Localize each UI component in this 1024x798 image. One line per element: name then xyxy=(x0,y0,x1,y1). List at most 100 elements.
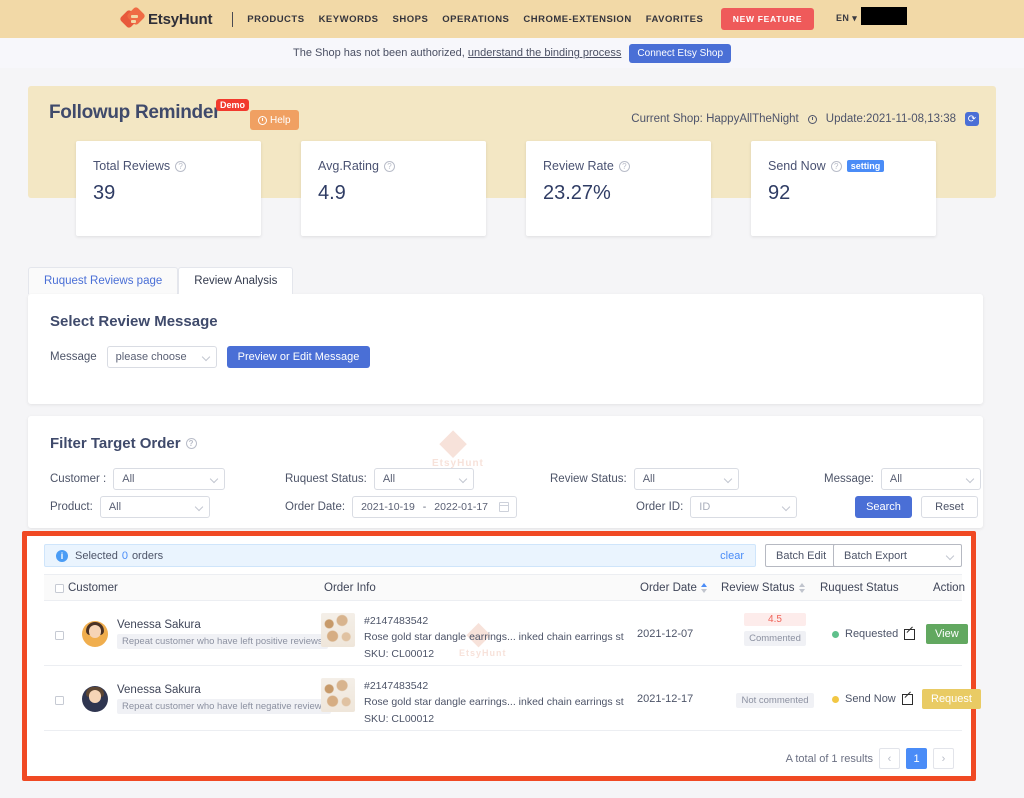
order-info-text: #2147483542 Rose gold star dangle earrin… xyxy=(364,678,624,727)
setting-badge-button[interactable]: setting xyxy=(847,160,885,172)
nav-item-products[interactable]: PRODUCTS xyxy=(247,14,304,25)
page-title: Followup Reminder xyxy=(49,102,220,124)
edit-pencil-icon[interactable] xyxy=(904,629,915,640)
pagination-next-button[interactable]: › xyxy=(933,748,954,769)
order-date-cell: 2021-12-07 xyxy=(637,628,693,640)
view-button[interactable]: View xyxy=(926,624,968,644)
order-id-filter-input[interactable]: ID xyxy=(690,496,797,518)
nav-item-favorites[interactable]: FAVORITES xyxy=(646,14,704,25)
column-header-review-status[interactable]: Review Status xyxy=(721,582,805,594)
batch-edit-button[interactable]: Batch Edit xyxy=(765,544,837,567)
order-date-to: 2022-01-17 xyxy=(434,501,488,513)
review-status-pill: Commented xyxy=(744,631,806,646)
message-filter-value: All xyxy=(890,473,902,485)
column-header-order-date-label: Order Date xyxy=(640,582,697,594)
customer-info: Venessa Sakura Repeat customer who have … xyxy=(117,684,331,714)
stat-card-total-reviews: Total Reviews ? 39 xyxy=(76,141,261,236)
notice-text-link[interactable]: understand the binding process xyxy=(468,47,622,59)
action-cell: View xyxy=(926,624,968,644)
help-tooltip-icon[interactable]: ? xyxy=(186,438,197,449)
status-dot-icon xyxy=(832,696,839,703)
reset-button[interactable]: Reset xyxy=(921,496,978,518)
info-icon: i xyxy=(56,550,68,562)
order-date-from: 2021-10-19 xyxy=(361,501,415,513)
customer-filter-select[interactable]: All xyxy=(113,468,225,490)
message-field-label: Message xyxy=(50,351,97,363)
request-status-filter-value: All xyxy=(383,473,395,485)
review-rating: 4.5 xyxy=(744,613,806,626)
order-info-cell: #2147483542 Rose gold star dangle earrin… xyxy=(321,678,624,727)
stat-value: 23.27% xyxy=(543,182,711,205)
nav-item-keywords[interactable]: KEYWORDS xyxy=(319,14,379,25)
pagination-total-label: A total of 1 results xyxy=(786,753,873,765)
current-shop-label: Current Shop: HappyAllTheNight xyxy=(631,113,798,125)
select-all-checkbox[interactable] xyxy=(55,584,64,593)
brand-name: EtsyHunt xyxy=(148,11,212,28)
clock-icon xyxy=(808,115,817,124)
help-tooltip-icon[interactable]: ? xyxy=(619,161,630,172)
select-all-checkbox-cell: Customer xyxy=(55,582,118,594)
filter-request-status: Ruquest Status: All xyxy=(285,468,474,490)
filter-review-status: Review Status: All xyxy=(550,468,739,490)
order-date-range-picker[interactable]: 2021-10-19 - 2022-01-17 xyxy=(352,496,517,518)
connect-etsy-shop-button[interactable]: Connect Etsy Shop xyxy=(629,44,731,63)
filter-actions: Search Reset xyxy=(855,496,978,518)
customer-cell: Venessa Sakura Repeat customer who have … xyxy=(82,684,331,714)
refresh-icon[interactable]: ⟳ xyxy=(965,112,979,126)
selected-prefix-label: Selected xyxy=(75,550,118,562)
message-select[interactable]: please choose xyxy=(107,346,217,368)
edit-pencil-icon[interactable] xyxy=(902,694,913,705)
stat-label-text: Total Reviews xyxy=(93,159,170,173)
tab-review-analysis[interactable]: Review Analysis xyxy=(178,267,293,294)
pagination-prev-button[interactable]: ‹ xyxy=(879,748,900,769)
review-status-filter-label: Review Status: xyxy=(550,473,627,485)
nav-item-operations[interactable]: OPERATIONS xyxy=(442,14,509,25)
column-header-review-status-label: Review Status xyxy=(721,582,795,594)
nav-links: PRODUCTS KEYWORDS SHOPS OPERATIONS CHROM… xyxy=(247,14,703,25)
column-header-request-status: Ruquest Status xyxy=(820,582,899,594)
batch-export-dropdown[interactable]: Batch Export xyxy=(833,544,962,567)
table-row: Venessa Sakura Repeat customer who have … xyxy=(44,601,962,666)
message-filter-label: Message: xyxy=(824,473,874,485)
column-header-customer: Customer xyxy=(68,582,118,594)
pagination-page-1[interactable]: 1 xyxy=(906,748,927,769)
help-tooltip-icon[interactable]: ? xyxy=(175,161,186,172)
preview-edit-message-button[interactable]: Preview or Edit Message xyxy=(227,346,371,368)
authorization-notice-bar: The Shop has not been authorized, unders… xyxy=(0,38,1024,68)
stat-label-text: Send Now xyxy=(768,159,826,173)
request-status-label: Requested xyxy=(845,628,898,640)
nav-item-chrome-extension[interactable]: CHROME-EXTENSION xyxy=(523,14,631,25)
clear-selection-link[interactable]: clear xyxy=(720,550,744,562)
customer-info: Venessa Sakura Repeat customer who have … xyxy=(117,619,328,649)
message-filter-select[interactable]: All xyxy=(881,468,981,490)
product-filter-value: All xyxy=(109,501,121,513)
help-button-label: Help xyxy=(270,115,291,126)
row-checkbox[interactable] xyxy=(55,631,64,640)
nav-item-shops[interactable]: SHOPS xyxy=(393,14,429,25)
sort-icon[interactable] xyxy=(701,583,707,593)
product-filter-select[interactable]: All xyxy=(100,496,210,518)
order-title: Rose gold star dangle earrings... inked … xyxy=(364,694,624,710)
search-button[interactable]: Search xyxy=(855,496,912,518)
request-status-filter-select[interactable]: All xyxy=(374,468,474,490)
nav-divider xyxy=(232,12,233,27)
tab-ruquest-reviews-page[interactable]: Ruquest Reviews page xyxy=(28,267,178,294)
help-button[interactable]: Help xyxy=(250,110,299,130)
column-header-order-date[interactable]: Order Date xyxy=(640,582,707,594)
brand-logo-group[interactable]: EtsyHunt xyxy=(122,8,212,30)
row-checkbox[interactable] xyxy=(55,696,64,705)
request-button[interactable]: Request xyxy=(922,689,981,709)
product-thumbnail xyxy=(321,613,355,647)
batch-export-label: Batch Export xyxy=(844,550,907,562)
help-tooltip-icon[interactable]: ? xyxy=(384,161,395,172)
new-feature-button[interactable]: NEW FEATURE xyxy=(721,8,814,30)
chevron-down-icon xyxy=(195,503,203,511)
help-tooltip-icon[interactable]: ? xyxy=(831,161,842,172)
filter-message: Message: All xyxy=(824,468,981,490)
stat-label: Total Reviews ? xyxy=(93,159,261,173)
sort-icon[interactable] xyxy=(799,583,805,593)
language-selector[interactable]: EN ▾ xyxy=(836,13,857,24)
stat-card-review-rate: Review Rate ? 23.27% xyxy=(526,141,711,236)
stat-label: Send Now ? setting xyxy=(768,159,936,173)
review-status-filter-select[interactable]: All xyxy=(634,468,739,490)
